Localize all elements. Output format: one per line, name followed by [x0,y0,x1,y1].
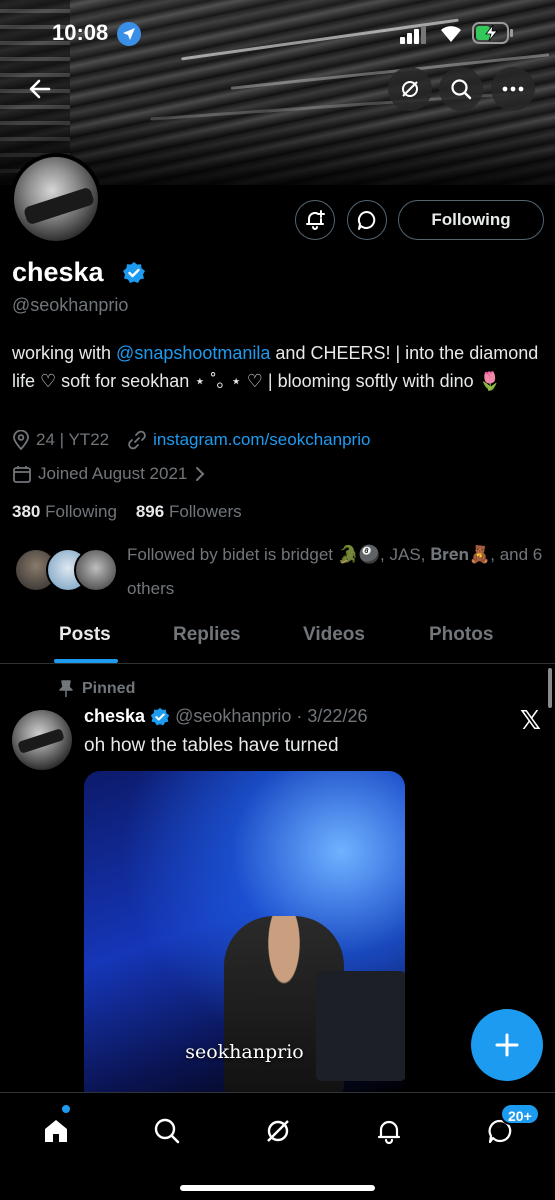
verified-badge-icon [150,707,170,725]
profile-handle: @seokhanprio [12,295,129,315]
notifications-subscribe-button[interactable] [295,200,335,240]
tab-posts[interactable]: Posts [59,624,111,646]
avatar-accessory [17,728,65,754]
arrow-left-icon [29,79,51,99]
more-options-button[interactable] [491,67,535,111]
chevron-right-icon [196,467,205,481]
pin-icon [59,680,73,697]
cellular-signal-icon [400,26,426,44]
home-notification-dot [62,1105,70,1113]
back-button[interactable] [18,67,62,111]
post-author-name[interactable]: cheska [84,706,145,727]
following-button[interactable]: Following [398,200,544,240]
profile-joined-row[interactable]: Joined August 2021 [12,464,207,484]
active-tab-indicator [54,659,118,663]
post-media-video[interactable]: seokhanprio [84,771,405,1093]
location-pin-icon [13,430,29,450]
verified-badge-icon[interactable] [122,261,146,285]
post-author-handle[interactable]: @seokhanprio [175,706,291,727]
battery-charging-icon [472,22,513,44]
bio-text: working with [12,343,117,363]
media-equipment [316,971,405,1081]
grok-icon [267,1120,289,1142]
bell-plus-icon [306,210,325,230]
avatar-accessory [22,186,96,226]
chat-bubble-icon [357,210,376,230]
profile-website-link[interactable]: instagram.com/seokchanprio [153,430,370,450]
post-header: cheska @seokhanprio · 3/22/26 [84,706,367,727]
followed-by-text[interactable]: Followed by bidet is bridget 🐊🎱, JAS, 𝐁𝐫… [127,538,547,606]
plus-icon [495,1033,519,1057]
location-arrow-icon [117,22,141,46]
messages-badge: 20+ [500,1103,540,1125]
bio-mention-link[interactable]: @snapshootmanila [116,343,270,363]
profile-name: cheska [12,257,104,287]
status-time: 10:08 [52,20,109,45]
nav-search[interactable] [147,1111,187,1151]
nav-grok[interactable] [258,1111,298,1151]
pinned-label: Pinned [82,680,136,697]
grok-button[interactable] [388,67,432,111]
bell-icon [377,1120,401,1145]
message-button[interactable] [347,200,387,240]
grok-icon [402,81,418,97]
home-icon [45,1120,67,1142]
following-count: 380 [12,502,41,521]
follow-counts: 380 Following 896 Followers [12,502,242,522]
tab-photos[interactable]: Photos [429,624,493,646]
nav-notifications[interactable] [369,1111,409,1151]
profile-tabs: Posts Replies Videos Photos [0,612,555,664]
compose-post-button[interactable] [471,1009,543,1081]
post-separator: · [296,706,303,726]
followers-count: 896 [135,502,165,521]
x-logo-icon: 𝕏 [520,705,541,735]
following-label: Following [45,502,117,521]
profile-joined-date: Joined August 2021 [38,464,188,483]
post-text: oh how the tables have turned [84,735,339,756]
profile-meta-row: 24 | YT22 instagram.com/seokchanprio [12,430,370,450]
followers-label: Followers [168,502,242,521]
following-count-link[interactable]: 380 Following [12,502,117,521]
search-button[interactable] [439,67,483,111]
bottom-navigation: 20+ [0,1092,555,1200]
tab-videos[interactable]: Videos [303,624,365,646]
scrollbar[interactable] [548,668,552,708]
follower-avatar[interactable] [74,548,118,592]
home-indicator[interactable] [180,1185,375,1191]
search-icon [154,1118,180,1144]
more-dots-icon [502,86,524,92]
profile-location: 24 | YT22 [36,430,110,449]
calendar-icon [13,466,31,483]
post-author-avatar[interactable] [12,710,72,770]
post-date[interactable]: 3/22/26 [307,706,367,727]
media-watermark: seokhanprio [185,1041,304,1063]
pinned-label-row: Pinned [58,680,135,698]
profile-bio: working with @snapshootmanila and CHEERS… [12,339,542,395]
profile-avatar[interactable] [10,153,102,245]
wifi-icon [441,26,461,42]
nav-home[interactable] [36,1111,76,1151]
status-bar: 10:08 [0,0,555,62]
tab-replies[interactable]: Replies [173,624,241,646]
followers-count-link[interactable]: 896 Followers [136,502,242,521]
search-icon [451,79,472,100]
link-icon [128,430,146,450]
